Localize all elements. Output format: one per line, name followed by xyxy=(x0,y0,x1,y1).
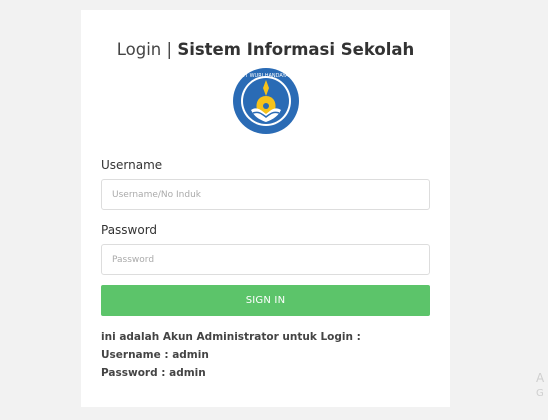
watermark-line-1: A xyxy=(536,371,545,385)
watermark-line-2: G xyxy=(536,388,544,399)
password-label: Password xyxy=(101,223,158,237)
login-title-text: Login xyxy=(116,40,162,59)
login-card: Login | Sistem Informasi Sekolah TUT WUR… xyxy=(81,10,450,407)
username-label: Username xyxy=(101,158,163,172)
admin-username-info: Username : admin xyxy=(101,349,209,361)
sign-in-button[interactable]: SIGN IN xyxy=(101,285,430,316)
admin-password-info: Password : admin xyxy=(101,367,206,379)
app-name: Sistem Informasi Sekolah xyxy=(177,40,415,59)
page-title: Login | Sistem Informasi Sekolah xyxy=(81,40,450,59)
password-input[interactable] xyxy=(101,244,430,275)
activation-watermark: A G xyxy=(536,370,544,402)
admin-info-heading: ini adalah Akun Administrator untuk Logi… xyxy=(101,331,361,343)
username-input[interactable] xyxy=(101,179,430,210)
tut-wuri-handayani-logo-icon: TUT WURI HANDAYANI xyxy=(233,68,299,134)
title-separator: | xyxy=(166,40,173,59)
emblem-text: TUT WURI HANDAYANI xyxy=(237,73,294,79)
